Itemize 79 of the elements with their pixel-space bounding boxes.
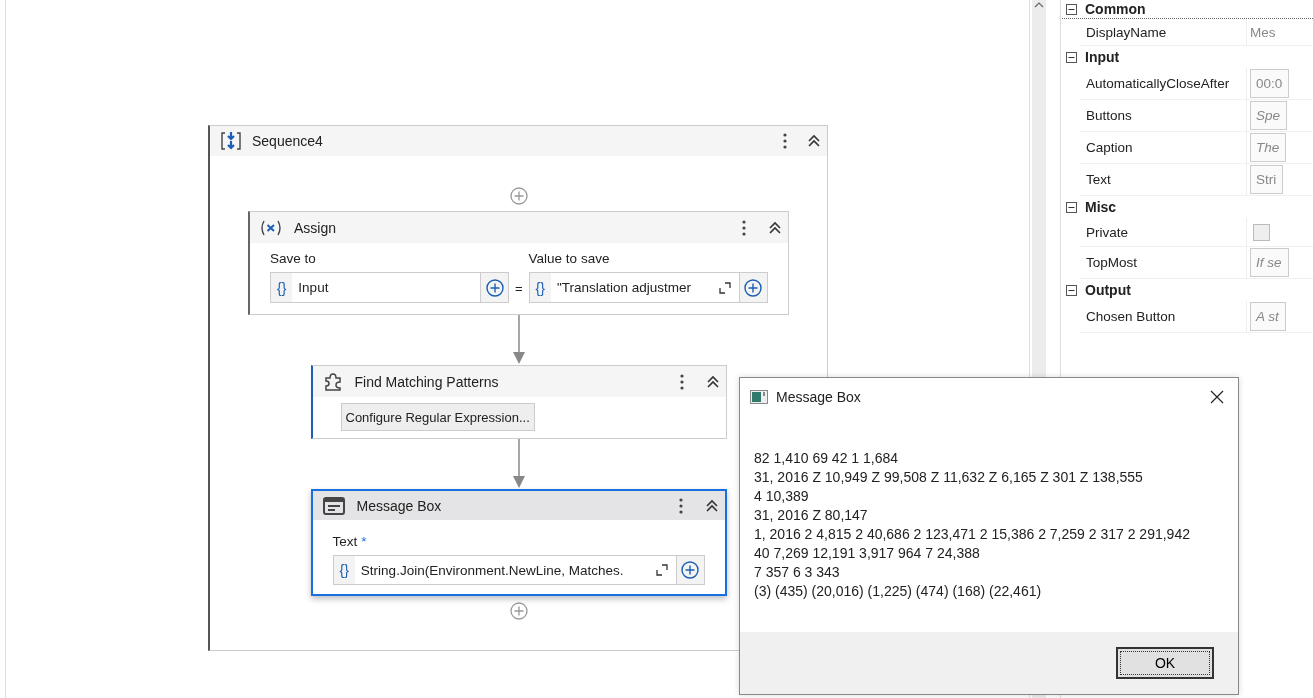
field-label: Text (332, 534, 358, 549)
property-value: Mes (1250, 24, 1276, 40)
property-label: TopMost (1080, 247, 1247, 278)
scroll-up-icon[interactable] (1034, 2, 1044, 8)
collapse-icon[interactable] (704, 498, 719, 513)
collapse-toggle-icon[interactable] (1066, 3, 1077, 15)
field-label: Value to save (528, 251, 611, 266)
ok-button[interactable]: OK (1116, 647, 1214, 679)
collapse-toggle-icon[interactable] (1066, 284, 1077, 296)
message-line: 4 10,389 (754, 487, 810, 506)
category-label: Input (1085, 49, 1120, 65)
message-line: 82 1,410 69 42 1 1,684 (754, 449, 900, 468)
collapse-icon[interactable] (768, 220, 782, 235)
activity-title: Find Matching Patterns (354, 373, 499, 390)
plus-icon (485, 278, 504, 297)
property-field[interactable]: If se (1250, 248, 1289, 277)
collapse-toggle-icon[interactable] (1066, 51, 1077, 63)
category-label: Common (1085, 1, 1146, 17)
sequence-title: Sequence4 (252, 133, 323, 149)
window-icon (750, 390, 768, 404)
expression-field[interactable]: {} String.Join(Environment.NewLine, Matches. (332, 555, 677, 585)
dialog-title: Message Box (776, 389, 861, 405)
more-menu-icon[interactable] (679, 372, 684, 391)
message-line: 7 357 6 3 343 (754, 563, 841, 582)
expression-field[interactable]: {} "Translation adjustmer (528, 272, 740, 303)
expand-icon[interactable] (655, 564, 668, 576)
activity-title: Message Box (356, 497, 442, 514)
expression-field[interactable]: {} Input (270, 272, 481, 303)
brace-icon: {} (271, 273, 293, 302)
variable-icon (260, 219, 282, 236)
property-label: Text (1080, 164, 1247, 195)
activity-card[interactable]: Assign Save to {} Input = Value to save {} "Translation adjustmer (248, 211, 789, 315)
message-line: 31, 2016 Z 80,147 (754, 506, 869, 525)
collapse-icon[interactable] (705, 374, 720, 389)
required-mark: * (361, 534, 367, 549)
plus-icon (744, 278, 763, 297)
more-menu-icon[interactable] (678, 496, 683, 515)
collapse-icon[interactable] (807, 134, 821, 148)
connector-arrow (512, 439, 525, 489)
plus-icon (681, 561, 700, 579)
property-field[interactable]: A st (1250, 302, 1286, 331)
connector-arrow (512, 315, 525, 365)
category-label: Misc (1085, 199, 1117, 215)
puzzle-icon (322, 371, 343, 392)
property-label: DisplayName (1080, 19, 1247, 45)
more-menu-icon[interactable] (783, 132, 787, 150)
message-line: 31, 2016 Z 10,949 Z 99,508 Z 11,632 Z 6,165 Z 301 Z 138,555 (754, 468, 1144, 487)
activity-card[interactable]: Message Box Text * {} String.Join(Environment.NewLine, Matches. (310, 489, 727, 596)
add-activity-icon[interactable] (509, 187, 528, 205)
add-button[interactable] (739, 272, 768, 303)
property-label: Private (1080, 218, 1247, 246)
add-activity-icon[interactable] (509, 602, 528, 620)
message-line: 40 7,269 12,191 3,917 964 7 24,388 (754, 544, 981, 563)
collapse-toggle-icon[interactable] (1066, 201, 1077, 213)
property-field[interactable]: Stri (1250, 165, 1284, 194)
property-field[interactable]: 00:0 (1250, 69, 1290, 98)
brace-icon: {} (333, 556, 355, 584)
category-label: Output (1085, 282, 1131, 298)
activity-card[interactable]: Find Matching Patterns Configure Regular Expression... (310, 365, 727, 439)
property-label: Buttons (1080, 100, 1247, 131)
add-button[interactable] (676, 555, 705, 585)
sequence-icon (220, 131, 242, 151)
property-label: Caption (1080, 132, 1247, 163)
property-label: AutomaticallyCloseAfter (1080, 68, 1247, 99)
activity-title: Assign (294, 219, 337, 236)
add-button[interactable] (481, 272, 509, 303)
checkbox[interactable] (1253, 223, 1270, 241)
message-line: (3) (435) (20,016) (1,225) (474) (168) (22,461) (754, 582, 1043, 601)
message-window-icon (322, 496, 345, 515)
more-menu-icon[interactable] (742, 218, 746, 237)
configure-button[interactable]: Configure Regular Expression... (340, 403, 535, 431)
brace-icon: {} (529, 273, 551, 302)
property-field[interactable]: Spe (1250, 101, 1288, 130)
equals-sign: = (515, 281, 523, 298)
field-label: Save to (270, 251, 317, 266)
message-line: 1, 2016 2 4,815 2 40,686 2 123,471 2 15,386 2 7,259 2 317 2 291,942 (754, 525, 1191, 544)
property-label: Chosen Button (1080, 301, 1247, 332)
expand-icon[interactable] (718, 281, 731, 294)
close-icon[interactable] (1210, 390, 1224, 404)
